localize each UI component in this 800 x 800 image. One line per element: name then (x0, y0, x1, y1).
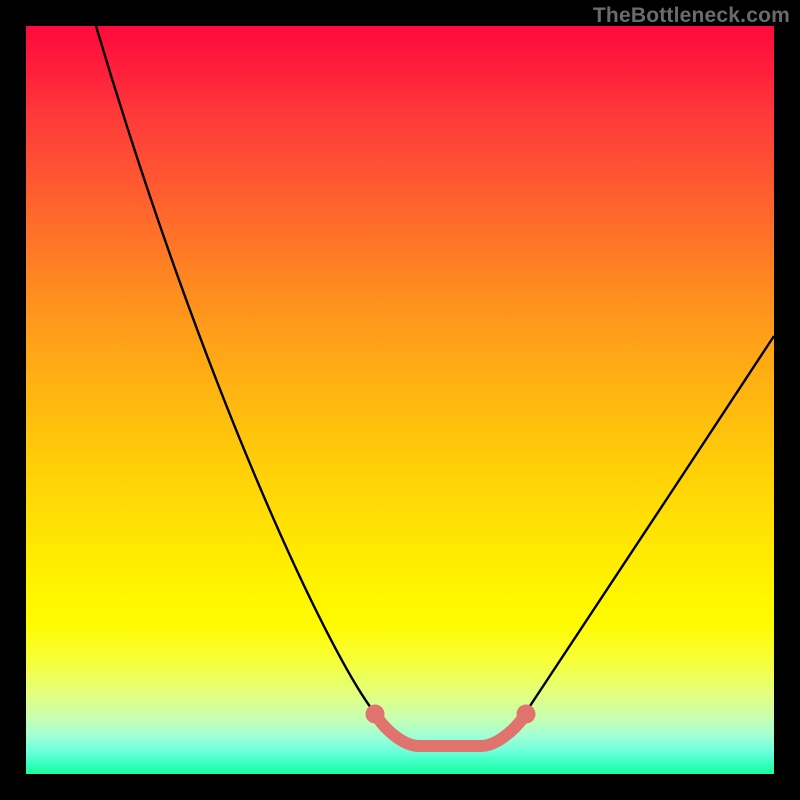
highlight-dot-left (366, 705, 385, 724)
watermark-text: TheBottleneck.com (593, 4, 790, 28)
bottleneck-curve (96, 26, 774, 746)
highlight-segment (375, 714, 526, 746)
highlight-dot-right (517, 705, 536, 724)
chart-svg (26, 26, 774, 774)
plot-area (26, 26, 774, 774)
chart-frame: TheBottleneck.com (0, 0, 800, 800)
